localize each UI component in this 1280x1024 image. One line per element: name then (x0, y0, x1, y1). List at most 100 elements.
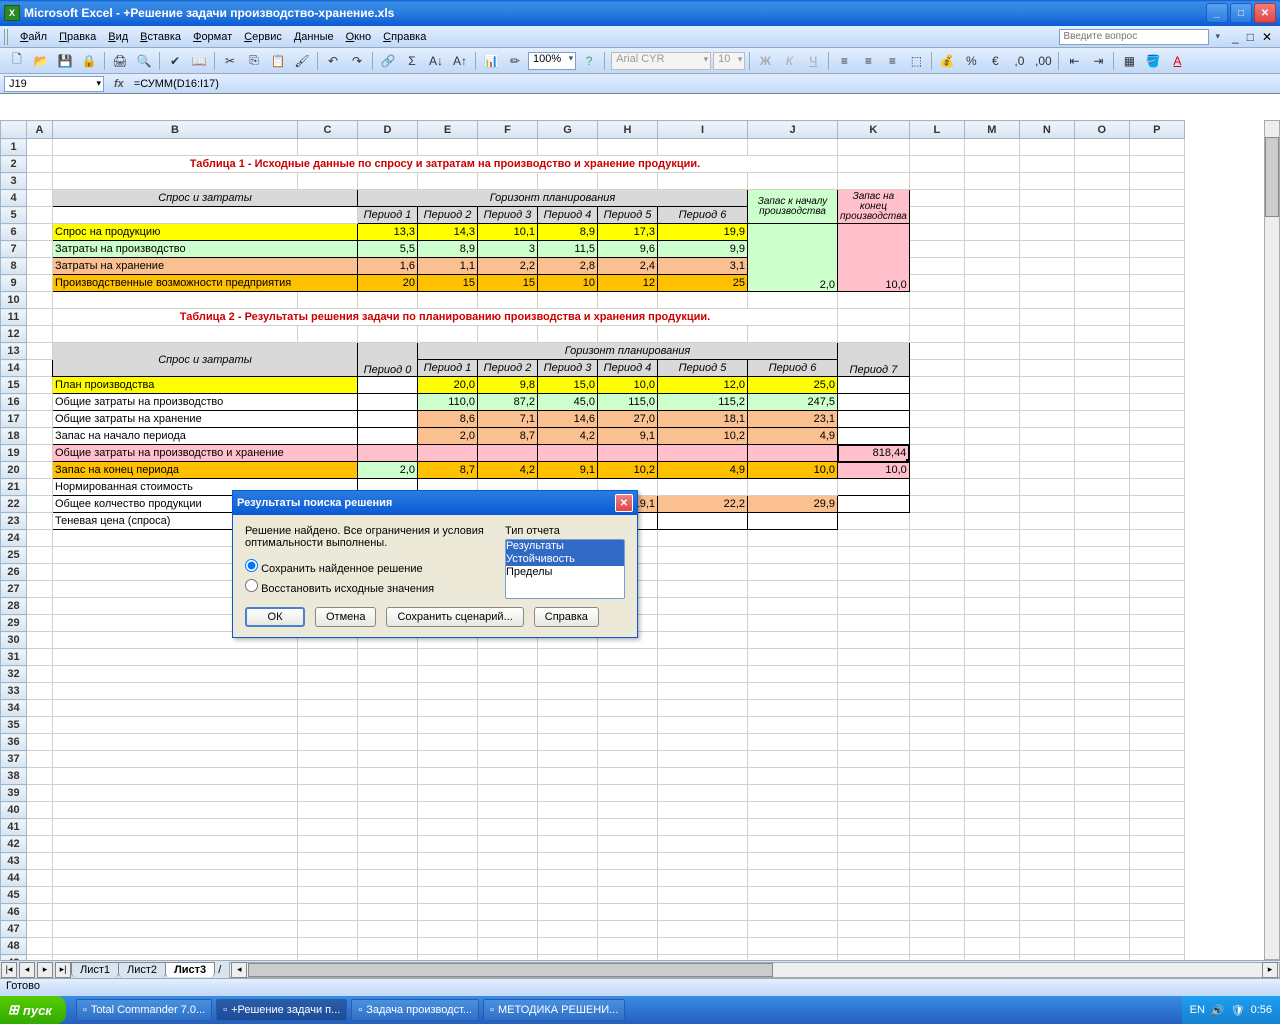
cell-C42[interactable] (298, 836, 358, 853)
cell-N13[interactable] (1019, 343, 1074, 360)
sheet-tab-Лист1[interactable]: Лист1 (71, 962, 119, 977)
cell-L38[interactable] (909, 768, 964, 785)
cell-O43[interactable] (1074, 853, 1129, 870)
cell-F32[interactable] (478, 666, 538, 683)
cell-J17[interactable]: 23,1 (748, 411, 838, 428)
cell-K34[interactable] (838, 700, 910, 717)
cell-J43[interactable] (748, 853, 838, 870)
cell-D16[interactable] (358, 394, 418, 411)
cell-H46[interactable] (598, 904, 658, 921)
cell-G34[interactable] (538, 700, 598, 717)
cell-O47[interactable] (1074, 921, 1129, 938)
name-box[interactable]: J19 (4, 76, 104, 92)
cell-O38[interactable] (1074, 768, 1129, 785)
cell-O20[interactable] (1074, 462, 1129, 479)
cell-N40[interactable] (1019, 802, 1074, 819)
cell-N25[interactable] (1019, 547, 1074, 564)
cell-I34[interactable] (658, 700, 748, 717)
cell-O10[interactable] (1074, 292, 1129, 309)
cell-J10[interactable] (748, 292, 838, 309)
cell-O4[interactable] (1074, 190, 1129, 207)
row-header-22[interactable]: 22 (1, 496, 27, 513)
cell-N9[interactable] (1019, 275, 1074, 292)
cell-N3[interactable] (1019, 173, 1074, 190)
cell-O24[interactable] (1074, 530, 1129, 547)
cell-G38[interactable] (538, 768, 598, 785)
col-header-K[interactable]: K (838, 121, 910, 139)
row-header-4[interactable]: 4 (1, 190, 27, 207)
cell-K22[interactable] (838, 496, 910, 513)
toolbar-handle[interactable] (4, 29, 10, 45)
cell-P13[interactable] (1129, 343, 1184, 360)
cell-A42[interactable] (27, 836, 53, 853)
row-header-42[interactable]: 42 (1, 836, 27, 853)
cell-N7[interactable] (1019, 241, 1074, 258)
cell-B19[interactable]: Общие затраты на производство и хранение (53, 445, 358, 462)
cell-P1[interactable] (1129, 139, 1184, 156)
cell-I42[interactable] (658, 836, 748, 853)
doc-minimize-button[interactable]: _ (1228, 30, 1243, 44)
cell-K41[interactable] (838, 819, 910, 836)
cell-O17[interactable] (1074, 411, 1129, 428)
cell-I21[interactable] (658, 479, 748, 496)
cell-N38[interactable] (1019, 768, 1074, 785)
cell-J37[interactable] (748, 751, 838, 768)
cell-B48[interactable] (53, 938, 298, 955)
cell-P2[interactable] (1129, 156, 1184, 173)
paste-icon[interactable]: 📋 (267, 50, 289, 72)
taskbar-task[interactable]: ▫МЕТОДИКА РЕШЕНИ... (483, 999, 625, 1021)
cell-D38[interactable] (358, 768, 418, 785)
close-button[interactable]: ✕ (1254, 3, 1276, 23)
cell-I6[interactable]: 19,9 (658, 224, 748, 241)
cell-N23[interactable] (1019, 513, 1074, 530)
cell-B4[interactable]: Спрос и затраты (53, 190, 358, 207)
cell-E12[interactable] (418, 326, 478, 343)
cell-E15[interactable]: 20,0 (418, 377, 478, 394)
cell-D1[interactable] (358, 139, 418, 156)
cell-J23[interactable] (748, 513, 838, 530)
cell-O44[interactable] (1074, 870, 1129, 887)
cell-L29[interactable] (909, 615, 964, 632)
cell-L37[interactable] (909, 751, 964, 768)
cell-M25[interactable] (964, 547, 1019, 564)
cell-I39[interactable] (658, 785, 748, 802)
cell-A20[interactable] (27, 462, 53, 479)
cell-N16[interactable] (1019, 394, 1074, 411)
cell-H32[interactable] (598, 666, 658, 683)
cell-D41[interactable] (358, 819, 418, 836)
cell-H1[interactable] (598, 139, 658, 156)
cell-D10[interactable] (358, 292, 418, 309)
cell-I24[interactable] (658, 530, 748, 547)
cell-C12[interactable] (298, 326, 358, 343)
cell-F18[interactable]: 8,7 (478, 428, 538, 445)
cell-M36[interactable] (964, 734, 1019, 751)
cell-E17[interactable]: 8,6 (418, 411, 478, 428)
cell-H35[interactable] (598, 717, 658, 734)
cell-O34[interactable] (1074, 700, 1129, 717)
cell-M35[interactable] (964, 717, 1019, 734)
cell-L25[interactable] (909, 547, 964, 564)
cell-I16[interactable]: 115,2 (658, 394, 748, 411)
help-button[interactable]: Справка (534, 607, 599, 627)
cell-G9[interactable]: 10 (538, 275, 598, 292)
restore-button[interactable]: □ (1230, 3, 1252, 23)
cell-F9[interactable]: 15 (478, 275, 538, 292)
cell-I48[interactable] (658, 938, 748, 955)
cell-A43[interactable] (27, 853, 53, 870)
dec-indent-icon[interactable]: ⇤ (1063, 50, 1085, 72)
redo-icon[interactable]: ↷ (346, 50, 368, 72)
cell-A9[interactable] (27, 275, 53, 292)
cell-L33[interactable] (909, 683, 964, 700)
cell-K1[interactable] (838, 139, 910, 156)
cell-M37[interactable] (964, 751, 1019, 768)
cell-K31[interactable] (838, 649, 910, 666)
col-header-D[interactable]: D (358, 121, 418, 139)
cell-C3[interactable] (298, 173, 358, 190)
cell-J32[interactable] (748, 666, 838, 683)
minimize-button[interactable]: _ (1206, 3, 1228, 23)
row-header-17[interactable]: 17 (1, 411, 27, 428)
cell-N14[interactable] (1019, 360, 1074, 377)
undo-icon[interactable]: ↶ (322, 50, 344, 72)
cell-F45[interactable] (478, 887, 538, 904)
cell-H34[interactable] (598, 700, 658, 717)
